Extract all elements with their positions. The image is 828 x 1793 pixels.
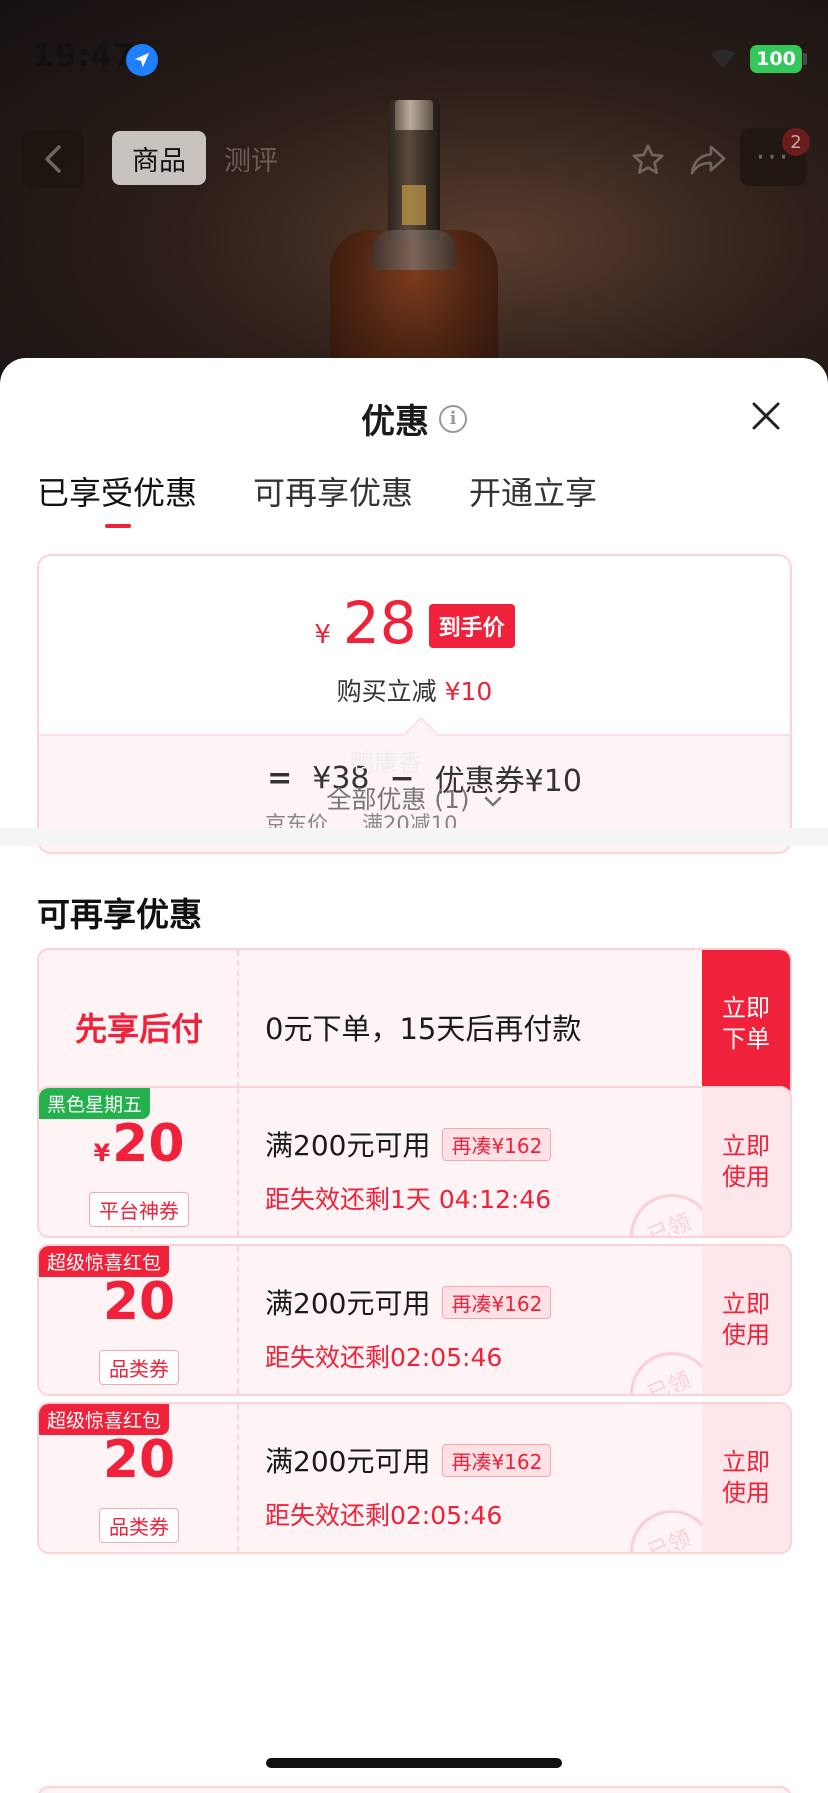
pay-later-desc: 0元下单，15天后再付款 (265, 1012, 582, 1046)
coupon-expiry: 距失效还剩02:05:46 (265, 1343, 503, 1372)
final-price-tag: 到手价 (428, 604, 515, 648)
coupon-type: 平台神券 (89, 1192, 189, 1227)
coupon-value: 20 (112, 1114, 185, 1174)
coupon-amount: 20 (39, 1434, 239, 1486)
order-now-button[interactable]: 立即 下单 (702, 950, 790, 1098)
offer-tabs: 已享受优惠 可再享优惠 开通立享 (37, 468, 597, 528)
tab-activate-offers[interactable]: 开通立享 (469, 468, 597, 528)
tab-more-offers[interactable]: 可再享优惠 (253, 468, 413, 528)
info-icon[interactable]: i (439, 404, 467, 433)
coupon-gap-chip: 再凑¥162 (442, 1127, 552, 1161)
coupon-condition: 满200元可用 (265, 1129, 431, 1162)
all-offers-label: 全部优惠 (1) (326, 785, 470, 814)
coupon-card: 20 品类券 超级惊喜红包 满200元可用 再凑¥162 距失效还剩02:05:… (37, 1402, 792, 1554)
offers-sheet: 优惠 i 已享受优惠 可再享优惠 开通立享 ¥ 28 到手价 购买立减 ¥10 … (0, 358, 828, 1793)
pay-later-body: 0元下单，15天后再付款 (239, 950, 702, 1098)
status-time: 19:47 (32, 38, 136, 74)
coupon-type: 品类券 (99, 1508, 179, 1543)
use-now-button[interactable]: 立即 使用 (702, 1246, 790, 1394)
coupon-body: 满200元可用 再凑¥162 距失效还剩02:05:46 (239, 1246, 702, 1394)
coupon-card: 20 品类券 超级惊喜红包 满200元可用 再凑¥162 距失效还剩02:05:… (37, 1244, 792, 1396)
sheet-header: 优惠 i (0, 394, 828, 443)
coupon-condition-row: 满200元可用 再凑¥162 (265, 1440, 552, 1480)
close-button[interactable] (744, 394, 788, 438)
coupon-condition-row: 满200元可用 再凑¥162 (265, 1282, 552, 1322)
coupon-condition: 满200元可用 (265, 1287, 431, 1320)
coupon-value: 20 (102, 1430, 176, 1490)
price-currency: ¥ (314, 620, 331, 650)
chevron-down-icon (484, 796, 501, 807)
sheet-title: 优惠 (361, 402, 429, 442)
close-icon (752, 402, 780, 430)
pay-later-card: 先享后付 0元下单，15天后再付款 立即 下单 (37, 948, 792, 1100)
notification-badge: 2 (782, 128, 810, 156)
chevron-left-icon (45, 145, 61, 173)
coupon-gap-chip: 再凑¥162 (442, 1443, 552, 1477)
favorite-star-icon[interactable] (626, 138, 670, 182)
price-amount: 28 (342, 589, 417, 657)
bottle-glass (372, 230, 456, 270)
wifi-icon (706, 44, 740, 70)
coupon-amount: 20 (39, 1276, 239, 1328)
section-divider (0, 828, 828, 846)
tab-review[interactable]: 测评 (224, 139, 278, 178)
coupon-type: 品类券 (99, 1350, 179, 1385)
bottle-cap (395, 100, 433, 130)
coupon-body: 满200元可用 再凑¥162 距失效还剩1天 04:12:46 (239, 1088, 702, 1236)
coupon-ribbon: 超级惊喜红包 (39, 1404, 170, 1435)
coupon-body: 满200元可用 再凑¥162 距失效还剩02:05:46 (239, 1404, 702, 1552)
coupon-currency: ¥ (93, 1139, 111, 1167)
bottle-band (402, 185, 426, 225)
next-coupon-edge (37, 1786, 792, 1793)
coupon-condition: 满200元可用 (265, 1445, 431, 1478)
share-icon[interactable] (686, 138, 730, 182)
back-button[interactable] (22, 130, 84, 188)
all-offers-toggle[interactable]: 全部优惠 (1) (0, 780, 828, 816)
battery-tip (803, 53, 807, 65)
tab-product[interactable]: 商品 (112, 131, 206, 185)
pay-later-title: 先享后付 (74, 1010, 203, 1048)
top-tabs: 商品 测评 (112, 130, 278, 186)
use-now-button[interactable]: 立即 使用 (702, 1404, 790, 1552)
tab-enjoyed-offers[interactable]: 已享受优惠 (37, 468, 197, 528)
coupon-ribbon: 黑色星期五 (39, 1088, 151, 1119)
final-price: ¥ 28 到手价 (39, 594, 790, 656)
coupon-card: ¥20 平台神券 黑色星期五 满200元可用 再凑¥162 距失效还剩1天 04… (37, 1086, 792, 1238)
coupon-amount: ¥20 (39, 1118, 239, 1170)
coupon-value: 20 (102, 1272, 176, 1332)
coupon-gap-chip: 再凑¥162 (442, 1285, 552, 1319)
watermark: 鸭康香 (350, 749, 422, 777)
discount-summary: 购买立减 ¥10 (39, 672, 790, 708)
coupon-ribbon: 超级惊喜红包 (39, 1246, 170, 1277)
home-indicator (266, 1758, 562, 1768)
discount-amount: ¥10 (444, 677, 493, 706)
pay-later-left: 先享后付 (39, 950, 239, 1098)
location-icon (126, 44, 158, 76)
coupon-expiry: 距失效还剩02:05:46 (265, 1501, 503, 1530)
battery-icon: 100 (750, 45, 802, 73)
coupon-expiry: 距失效还剩1天 04:12:46 (265, 1185, 552, 1214)
use-now-button[interactable]: 立即 使用 (702, 1088, 790, 1236)
discount-label: 购买立减 (336, 677, 437, 706)
coupon-condition-row: 满200元可用 再凑¥162 (265, 1124, 552, 1164)
section-title: 可再享优惠 (37, 895, 202, 934)
